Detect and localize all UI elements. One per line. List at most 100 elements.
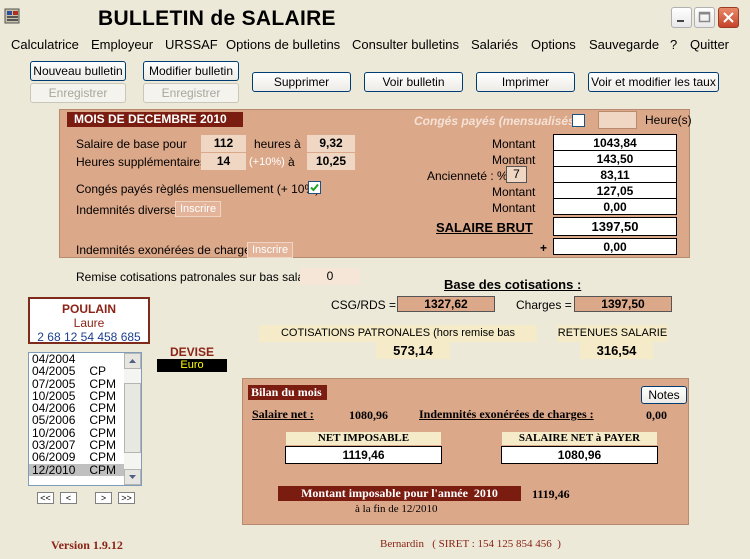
maximize-button[interactable] <box>694 7 715 28</box>
window-title: BULLETIN de SALAIRE <box>98 7 336 30</box>
net-imposable-value: 1119,46 <box>285 446 442 464</box>
montant-sup-value: 143,50 <box>553 150 677 167</box>
menu-quitter[interactable]: Quitter <box>690 37 729 52</box>
sup-a-label: à <box>288 155 295 169</box>
anciennete-pct-value[interactable]: 7 <box>506 166 527 183</box>
fin-periode-label: à la fin de 12/2010 <box>355 503 438 515</box>
salaire-net-label: Salaire net : <box>252 407 314 421</box>
cotisations-patronales-label: COTISATIONS PATRONALES (hors remise bas … <box>259 325 537 356</box>
notes-button[interactable]: Notes <box>641 386 687 404</box>
net-payer-label: SALAIRE NET à PAYER <box>502 432 657 445</box>
conges-regles-checkbox[interactable] <box>308 181 321 194</box>
heures-sup-label: Heures supplémentaires <box>76 155 207 169</box>
next-button[interactable]: > <box>95 492 112 504</box>
charges-value: 1397,50 <box>574 296 672 312</box>
menu-sauvegarde[interactable]: Sauvegarde <box>589 37 659 52</box>
voir-bulletin-button[interactable]: Voir bulletin <box>364 72 463 92</box>
menu-employeur[interactable]: Employeur <box>91 37 153 52</box>
scroll-down-arrow[interactable] <box>124 469 141 485</box>
salaire-brut-value: 1397,50 <box>553 217 677 236</box>
csg-value: 1327,62 <box>397 296 495 312</box>
close-button[interactable] <box>718 7 739 28</box>
base-hours-value[interactable]: 112 <box>201 135 246 152</box>
month-title: MOIS DE DECEMBRE 2010 <box>67 112 243 127</box>
devise-select[interactable]: Euro <box>157 359 227 372</box>
retenues-salarie-value: 316,54 <box>580 342 653 359</box>
enregistrer-button-1[interactable]: Enregistrer <box>30 83 126 103</box>
base-rate-value[interactable]: 9,32 <box>307 135 355 152</box>
montant-annee-value: 1119,46 <box>532 487 570 501</box>
sup-hours-value[interactable]: 14 <box>201 153 246 170</box>
montant-label-2: Montant <box>492 153 536 167</box>
check-icon <box>310 183 319 192</box>
net-imposable-label: NET IMPOSABLE <box>286 432 441 445</box>
indemnites-exo-bilan-label: Indemnités exonérées de charges : <box>419 407 594 421</box>
menu-options-bulletins[interactable]: Options de bulletins <box>226 37 340 52</box>
menu-options[interactable]: Options <box>531 37 576 52</box>
menu-calculatrice[interactable]: Calculatrice <box>11 37 79 52</box>
company-label: Bernardin ( SIRET : 154 125 854 456 ) <box>380 538 561 550</box>
plus-sign: + <box>540 241 548 255</box>
heures-unit-label: Heure(s) <box>645 113 692 127</box>
employee-firstname: Laure <box>73 316 105 330</box>
app-icon[interactable] <box>4 6 24 26</box>
first-button[interactable]: << <box>37 492 54 504</box>
sup-pct-label: (+10%) <box>249 156 285 168</box>
montant-label-3: Montant <box>492 185 536 199</box>
list-item-tag: CPM <box>89 462 117 477</box>
charges-label: Charges = <box>516 298 572 312</box>
retenues-salarie-label: RETENUES SALARIE <box>557 325 668 342</box>
previous-button[interactable]: < <box>60 492 77 504</box>
devise-label: DEVISE <box>170 345 215 359</box>
montant-annee-label: Montant imposable pour l'année 2010 <box>278 486 521 501</box>
montant-anciennete-value: 83,11 <box>553 166 677 183</box>
conges-mensualises-label: Congés payés (mensualisés) <box>414 114 579 128</box>
version-label: Version 1.9.12 <box>51 538 123 552</box>
net-payer-value: 1080,96 <box>501 446 658 464</box>
last-button[interactable]: >> <box>118 492 135 504</box>
inscrire-diverses-button[interactable]: Inscrire <box>175 201 222 217</box>
list-scrollbar[interactable] <box>124 353 141 485</box>
menu-consulter-bulletins[interactable]: Consulter bulletins <box>352 37 459 52</box>
indemnites-diverses-label: Indemnités diverses <box>76 203 183 217</box>
menu-help[interactable]: ? <box>670 37 677 52</box>
salaire-net-value: 1080,96 <box>349 408 388 422</box>
montant-base-value: 1043,84 <box>553 134 677 151</box>
montant-label-4: Montant <box>492 201 536 215</box>
employee-card: POULAIN Laure 2 68 12 54 458 685 <box>28 297 150 344</box>
bilan-title: Bilan du mois <box>248 385 327 400</box>
menu-salaries[interactable]: Salariés <box>471 37 518 52</box>
indemnites-exo-bilan-value: 0,00 <box>646 408 667 422</box>
salaire-brut-label: SALAIRE BRUT <box>436 220 533 235</box>
enregistrer-button-2[interactable]: Enregistrer <box>143 83 239 103</box>
csg-label: CSG/RDS = <box>331 298 397 312</box>
sup-rate-value[interactable]: 10,25 <box>307 153 355 170</box>
inscrire-exonerees-button[interactable]: Inscrire <box>247 242 294 258</box>
supprimer-button[interactable]: Supprimer <box>252 72 351 92</box>
scroll-thumb[interactable] <box>124 383 141 453</box>
heures-a-label: heures à <box>254 137 301 151</box>
montant-conges-value: 127,05 <box>553 182 677 199</box>
remise-value[interactable]: 0 <box>300 268 360 285</box>
list-item-date: 12/2010 <box>32 462 76 477</box>
exonerees-value: 0,00 <box>553 238 677 255</box>
montant-label-1: Montant <box>492 137 536 151</box>
imprimer-button[interactable]: Imprimer <box>476 72 575 92</box>
voir-modifier-taux-button[interactable]: Voir et modifier les taux <box>588 72 719 92</box>
conges-mensualises-checkbox[interactable] <box>572 114 585 127</box>
employee-name: POULAIN <box>62 302 116 316</box>
cotisations-patronales-value: 573,14 <box>376 342 450 359</box>
nouveau-bulletin-button[interactable]: Nouveau bulletin <box>30 61 126 81</box>
conges-regles-label: Congés payés règlés mensuellement (+ 10%… <box>76 182 320 196</box>
scroll-up-arrow[interactable] <box>124 353 141 369</box>
indemnites-exonerees-label: Indemnités exonérées de charges <box>76 243 257 257</box>
minimize-button[interactable] <box>671 7 692 28</box>
modifier-bulletin-button[interactable]: Modifier bulletin <box>143 61 239 81</box>
remise-label: Remise cotisations patronales sur bas sa… <box>76 270 324 284</box>
menu-urssaf[interactable]: URSSAF <box>165 37 218 52</box>
anciennete-label: Ancienneté : % <box>427 169 508 183</box>
base-cotisations-title: Base des cotisations : <box>444 277 582 292</box>
employee-ssn: 2 68 12 54 458 685 <box>37 330 141 344</box>
salaire-base-label: Salaire de base pour <box>76 137 187 151</box>
conges-hours-input[interactable] <box>598 111 637 129</box>
